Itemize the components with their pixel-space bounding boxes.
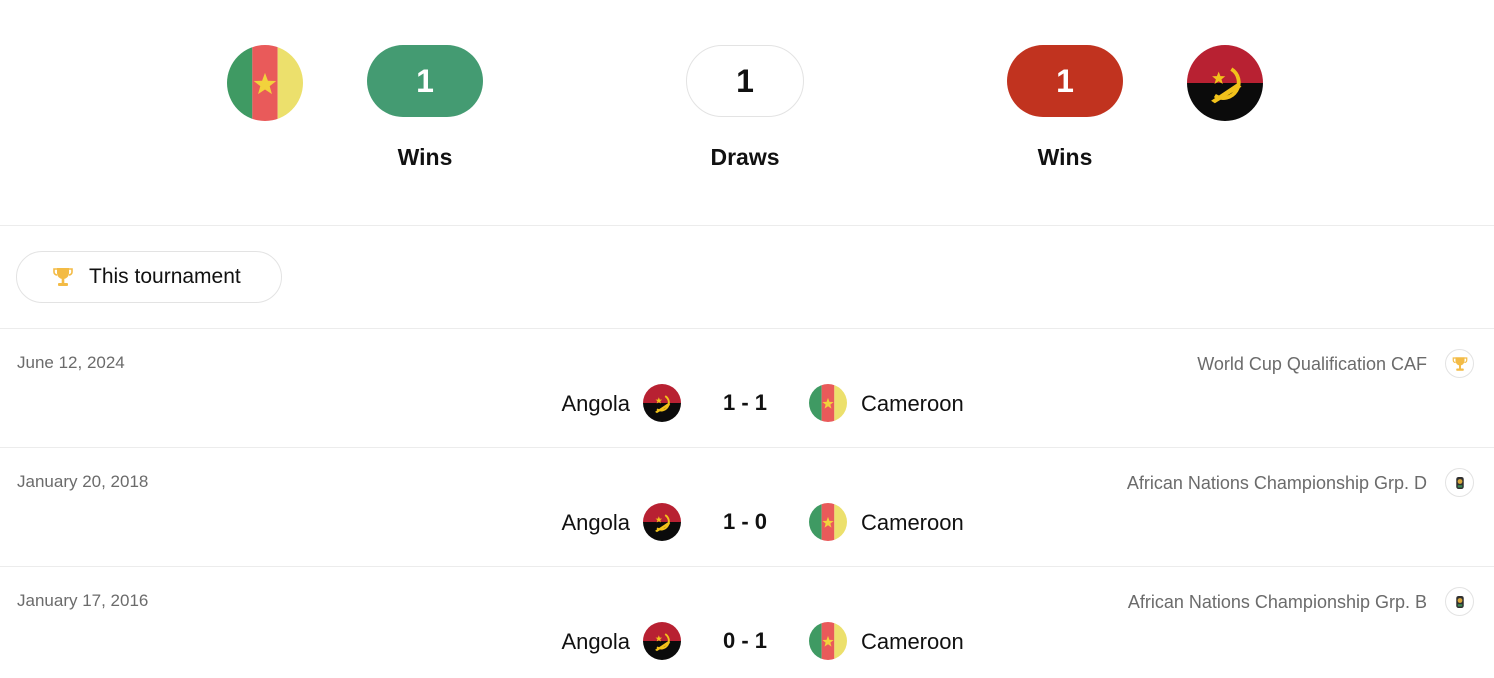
- match-score: 1 - 0: [722, 509, 768, 534]
- away-wins-label: Wins: [1037, 144, 1093, 170]
- match-score: 1 - 1: [722, 390, 768, 415]
- head-to-head-summary: 1 1 1 Wins Draws Wins: [0, 0, 1494, 226]
- home-team-name: Angola: [561, 510, 630, 535]
- match-date: January 20, 2018: [17, 472, 149, 491]
- cameroon-flag-icon: [809, 384, 847, 422]
- cameroon-flag-icon: [227, 45, 303, 121]
- away-team-name: Cameroon: [861, 629, 964, 654]
- match-date: January 17, 2016: [17, 591, 149, 610]
- trophy-icon: [51, 264, 75, 290]
- cameroon-flag-icon: [809, 622, 847, 660]
- trophy-icon: [1445, 349, 1474, 378]
- cameroon-flag-icon: [809, 503, 847, 541]
- angola-flag-icon: [643, 622, 681, 660]
- chan-logo-icon: [1445, 587, 1474, 616]
- home-team-name: Angola: [561, 391, 630, 416]
- angola-flag-icon: [643, 384, 681, 422]
- draws-count: 1: [686, 45, 804, 117]
- angola-flag-icon: [643, 503, 681, 541]
- competition-name[interactable]: African Nations Championship Grp. B: [1128, 592, 1427, 613]
- competition-name[interactable]: African Nations Championship Grp. D: [1127, 473, 1427, 494]
- chan-logo-icon: [1445, 468, 1474, 497]
- draws-label: Draws: [710, 144, 780, 170]
- home-wins-label: Wins: [397, 144, 453, 170]
- match-row[interactable]: January 20, 2018 African Nations Champio…: [0, 448, 1494, 567]
- away-wins-count: 1: [1007, 45, 1123, 117]
- angola-flag-icon: [1187, 45, 1263, 121]
- away-team-name: Cameroon: [861, 510, 964, 535]
- competition-name[interactable]: World Cup Qualification CAF: [1197, 354, 1427, 375]
- filter-label: This tournament: [89, 265, 241, 288]
- home-wins-count: 1: [367, 45, 483, 117]
- match-score: 0 - 1: [722, 628, 768, 653]
- away-team-name: Cameroon: [861, 391, 964, 416]
- match-date: June 12, 2024: [17, 353, 125, 372]
- match-row[interactable]: January 17, 2016 African Nations Champio…: [0, 567, 1494, 678]
- this-tournament-filter-button[interactable]: This tournament: [16, 251, 282, 303]
- match-row[interactable]: June 12, 2024 World Cup Qualification CA…: [0, 329, 1494, 448]
- home-team-name: Angola: [561, 629, 630, 654]
